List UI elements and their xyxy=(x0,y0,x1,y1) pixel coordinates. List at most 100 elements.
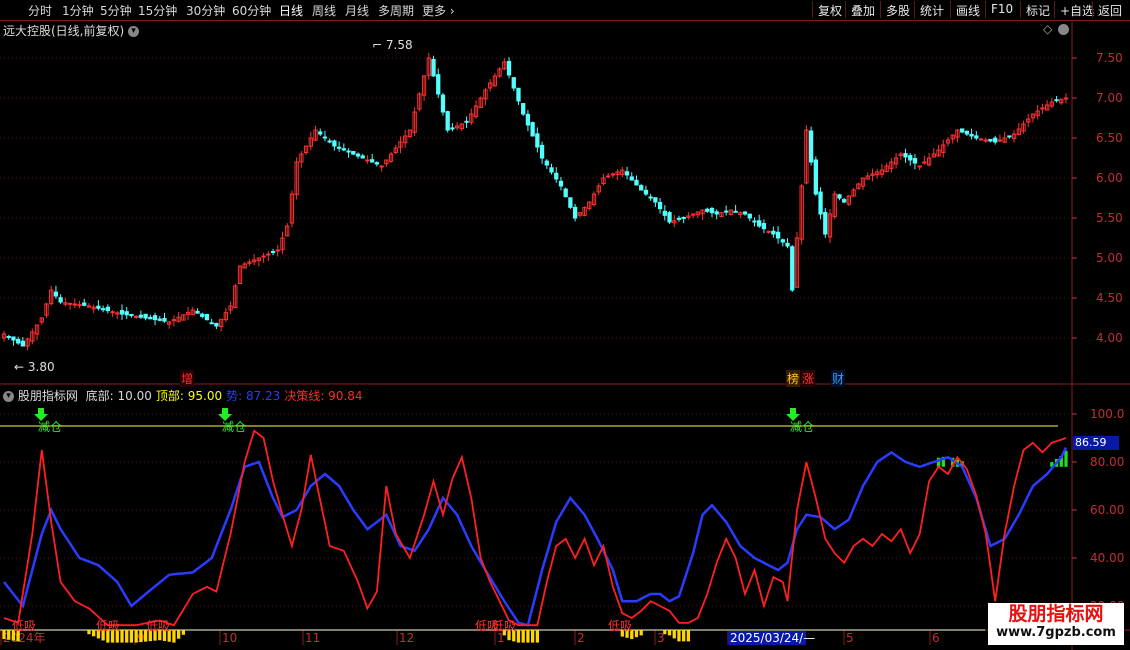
candle-body xyxy=(653,197,658,203)
candle-body xyxy=(214,322,219,327)
candle-body xyxy=(200,313,205,317)
candle-body xyxy=(129,313,134,317)
candle-body xyxy=(67,302,73,305)
candle-body xyxy=(124,311,129,316)
candle-body xyxy=(974,135,979,139)
candle-body xyxy=(436,74,441,95)
settings-circle-icon[interactable] xyxy=(1058,24,1069,35)
price-tick-label-0: 4.00 xyxy=(1096,331,1123,345)
candle-body xyxy=(624,171,630,176)
candle-body xyxy=(785,242,790,247)
high-price-label: ⌐ 7.58 xyxy=(372,38,413,52)
candle-body xyxy=(1054,99,1059,102)
x-axis-label-10: 6 xyxy=(932,631,940,645)
candle-body xyxy=(818,191,823,215)
candle-body xyxy=(379,165,384,168)
candle-body xyxy=(908,155,913,161)
x-axis-label-8: 2025/03/24/— xyxy=(730,631,815,645)
candle-body xyxy=(648,196,653,199)
tag-bang[interactable]: 榜 xyxy=(786,370,801,387)
candle-body xyxy=(440,94,446,113)
candle-body xyxy=(332,140,337,147)
price-tick-label-4: 6.00 xyxy=(1096,171,1123,185)
candle-body xyxy=(450,127,455,130)
candle-body xyxy=(993,137,998,143)
low-price-value: 3.80 xyxy=(27,360,55,374)
candle-body xyxy=(912,158,918,164)
candle-body xyxy=(742,211,748,215)
candle-body xyxy=(355,153,361,157)
watermark-url: www.7gpzb.com xyxy=(996,625,1116,640)
tag-zeng[interactable]: 增 xyxy=(180,370,195,387)
candle-body xyxy=(549,167,554,173)
candle-body xyxy=(110,311,115,314)
candle-body xyxy=(903,153,908,158)
candle-body xyxy=(270,251,276,254)
candle-body xyxy=(516,87,521,102)
candle-body xyxy=(629,176,634,181)
reduce-signal-1-label: 减仓 xyxy=(222,420,246,434)
candle-body xyxy=(341,148,346,151)
candle-body xyxy=(563,188,568,198)
candle-body xyxy=(724,210,729,213)
candle-body xyxy=(572,206,578,219)
candle-body xyxy=(544,160,549,166)
candle-body xyxy=(535,133,540,148)
x-axis-label-2: 10 xyxy=(222,631,237,645)
candle-body xyxy=(525,113,531,126)
candle-body xyxy=(134,315,139,318)
candle-body xyxy=(58,297,63,303)
price-tick-label-1: 4.50 xyxy=(1096,291,1123,305)
candle-body xyxy=(266,253,271,256)
high-price-value: 7.58 xyxy=(385,38,413,52)
tag-cai[interactable]: 财 xyxy=(831,370,846,387)
candle-body xyxy=(780,239,785,243)
price-tick-label-5: 6.50 xyxy=(1096,131,1123,145)
candle-body xyxy=(676,217,682,220)
indicator-param-2: 势: 87.23 xyxy=(226,389,281,403)
price-tick-label-3: 5.50 xyxy=(1096,211,1123,225)
low-buy-0-label: 低吸 xyxy=(12,619,36,633)
candle-body xyxy=(775,231,781,239)
candle-body xyxy=(346,150,351,153)
diamond-icon[interactable]: ◇ xyxy=(1043,22,1052,36)
candle-body xyxy=(148,316,153,320)
candle-body xyxy=(100,308,106,311)
candle-body xyxy=(761,223,767,230)
candle-body xyxy=(705,208,710,212)
candle-body xyxy=(511,77,516,89)
candle-body xyxy=(842,199,847,203)
candle-body xyxy=(318,131,323,135)
indicator-tick-label-4: 100.0 xyxy=(1090,407,1124,421)
candle-body xyxy=(374,162,380,165)
reduce-signal-0-label: 减仓 xyxy=(38,420,62,434)
candle-body xyxy=(790,246,795,291)
indicator-param-1: 顶部: 95.00 xyxy=(155,389,223,403)
indicator-param-0: 底部: 10.00 xyxy=(85,389,152,403)
watermark: 股朋指标网 www.7gpzb.com xyxy=(988,603,1124,645)
low-price-label: ← 3.80 xyxy=(14,360,55,374)
candle-body xyxy=(667,212,672,223)
candle-body xyxy=(530,122,535,137)
candle-body xyxy=(365,159,370,162)
candle-body xyxy=(808,130,814,163)
candle-body xyxy=(922,161,927,164)
reduce-signal-2-label: 减仓 xyxy=(790,420,814,434)
candle-body xyxy=(917,165,922,168)
candle-body xyxy=(558,180,564,187)
candle-body xyxy=(606,175,611,178)
chevron-down-icon[interactable]: ▾ xyxy=(128,26,140,37)
candle-body xyxy=(204,314,210,321)
candle-body xyxy=(964,130,970,135)
tag-zhang[interactable]: 涨 xyxy=(801,370,816,387)
candle-body xyxy=(20,340,26,347)
candle-body xyxy=(643,189,649,195)
chevron-down-icon[interactable]: ▾ xyxy=(3,391,14,402)
candle-body xyxy=(506,60,512,76)
candle-body xyxy=(639,185,644,191)
candle-body xyxy=(662,210,667,216)
low-buy-5-label: 低吸 xyxy=(608,619,632,633)
candle-body xyxy=(757,220,762,227)
candle-body xyxy=(681,216,686,219)
candle-body xyxy=(1063,97,1069,100)
